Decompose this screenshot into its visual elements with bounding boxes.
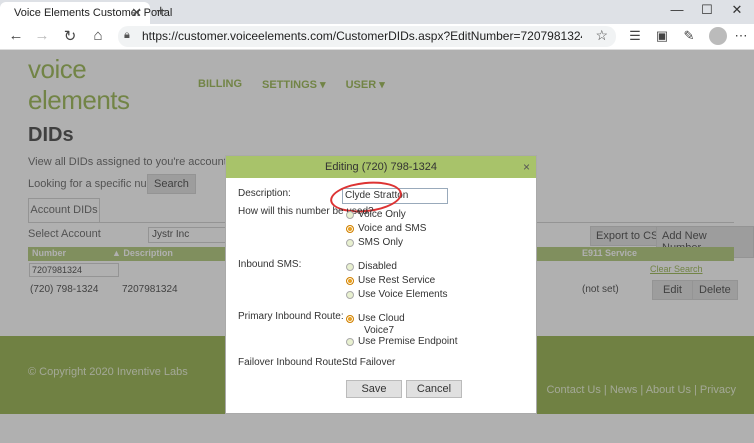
save-button[interactable]: Save: [346, 380, 402, 398]
radio-use-voice-elements[interactable]: Use Voice Elements: [346, 289, 448, 300]
profile-avatar[interactable]: [709, 27, 727, 45]
favorite-star-icon[interactable]: ☆: [595, 27, 608, 44]
lock-icon: 🔒︎: [124, 29, 130, 41]
home-icon[interactable]: ⌂: [88, 27, 108, 44]
radio-sms-only[interactable]: SMS Only: [346, 237, 403, 248]
failover-route-value: Std Failover: [342, 357, 396, 368]
radio-icon: [346, 290, 354, 299]
close-icon[interactable]: ×: [523, 156, 530, 178]
back-icon[interactable]: ←: [6, 27, 26, 44]
radio-icon: [346, 210, 354, 219]
edit-did-modal: Editing (720) 798-1324 × Description: Cl…: [225, 155, 537, 414]
maximize-icon[interactable]: ☐: [692, 2, 722, 18]
radio-label: Disabled: [358, 261, 397, 272]
radio-label: Use Cloud: [358, 313, 405, 324]
radio-selected-icon: [346, 314, 354, 323]
radio-label: Use Premise Endpoint: [358, 336, 458, 347]
radio-icon: [346, 337, 354, 346]
failover-route-label: Failover Inbound Route:: [238, 357, 345, 368]
radio-selected-icon: [346, 224, 354, 233]
favorites-icon[interactable]: ☰: [626, 28, 644, 44]
forward-icon[interactable]: →: [32, 27, 52, 44]
radio-use-cloud[interactable]: Use Cloud: [346, 313, 405, 324]
close-tab-icon[interactable]: ✕: [131, 5, 142, 21]
radio-sms-disabled[interactable]: Disabled: [346, 261, 397, 272]
modal-title: Editing (720) 798-1324: [325, 161, 437, 173]
cancel-button[interactable]: Cancel: [406, 380, 462, 398]
browser-tab-bar: Voice Elements Customer Portal ✕ + — ☐ ✕: [0, 0, 754, 24]
radio-use-premise-endpoint[interactable]: Use Premise Endpoint: [346, 336, 458, 347]
new-tab-icon[interactable]: +: [156, 3, 165, 21]
more-menu-icon[interactable]: ⋯: [732, 28, 750, 44]
radio-icon: [346, 238, 354, 247]
tab-title: Voice Elements Customer Portal: [14, 7, 173, 19]
radio-label: Voice Only: [358, 209, 406, 220]
browser-toolbar: ← → ↻ ⌂ 🔒︎ https://customer.voiceelement…: [0, 24, 754, 50]
minimize-icon[interactable]: —: [662, 2, 692, 17]
radio-label: SMS Only: [358, 237, 404, 248]
radio-selected-icon: [346, 276, 354, 285]
radio-label: Use Voice Elements: [358, 289, 448, 300]
radio-label: Voice and SMS: [358, 223, 427, 234]
radio-icon: [346, 262, 354, 271]
reload-icon[interactable]: ↻: [60, 27, 80, 45]
collections-icon[interactable]: ▣: [653, 28, 671, 44]
address-bar[interactable]: 🔒︎ https://customer.voiceelements.com/Cu…: [118, 26, 616, 47]
cloud-route-value: Voice7: [364, 325, 395, 336]
description-label: Description:: [238, 188, 291, 199]
radio-voice-only[interactable]: Voice Only: [346, 209, 406, 220]
radio-label: Use Rest Service: [358, 275, 436, 286]
inbound-sms-label: Inbound SMS:: [238, 259, 302, 270]
browser-tab[interactable]: Voice Elements Customer Portal ✕: [0, 2, 172, 24]
extensions-icon[interactable]: ✎: [680, 28, 698, 44]
radio-use-rest-service[interactable]: Use Rest Service: [346, 275, 435, 286]
primary-route-label: Primary Inbound Route:: [238, 311, 344, 322]
url-text: https://customer.voiceelements.com/Custo…: [142, 29, 582, 43]
modal-header: Editing (720) 798-1324 ×: [226, 156, 536, 178]
close-window-icon[interactable]: ✕: [722, 2, 752, 18]
radio-voice-and-sms[interactable]: Voice and SMS: [346, 223, 426, 234]
